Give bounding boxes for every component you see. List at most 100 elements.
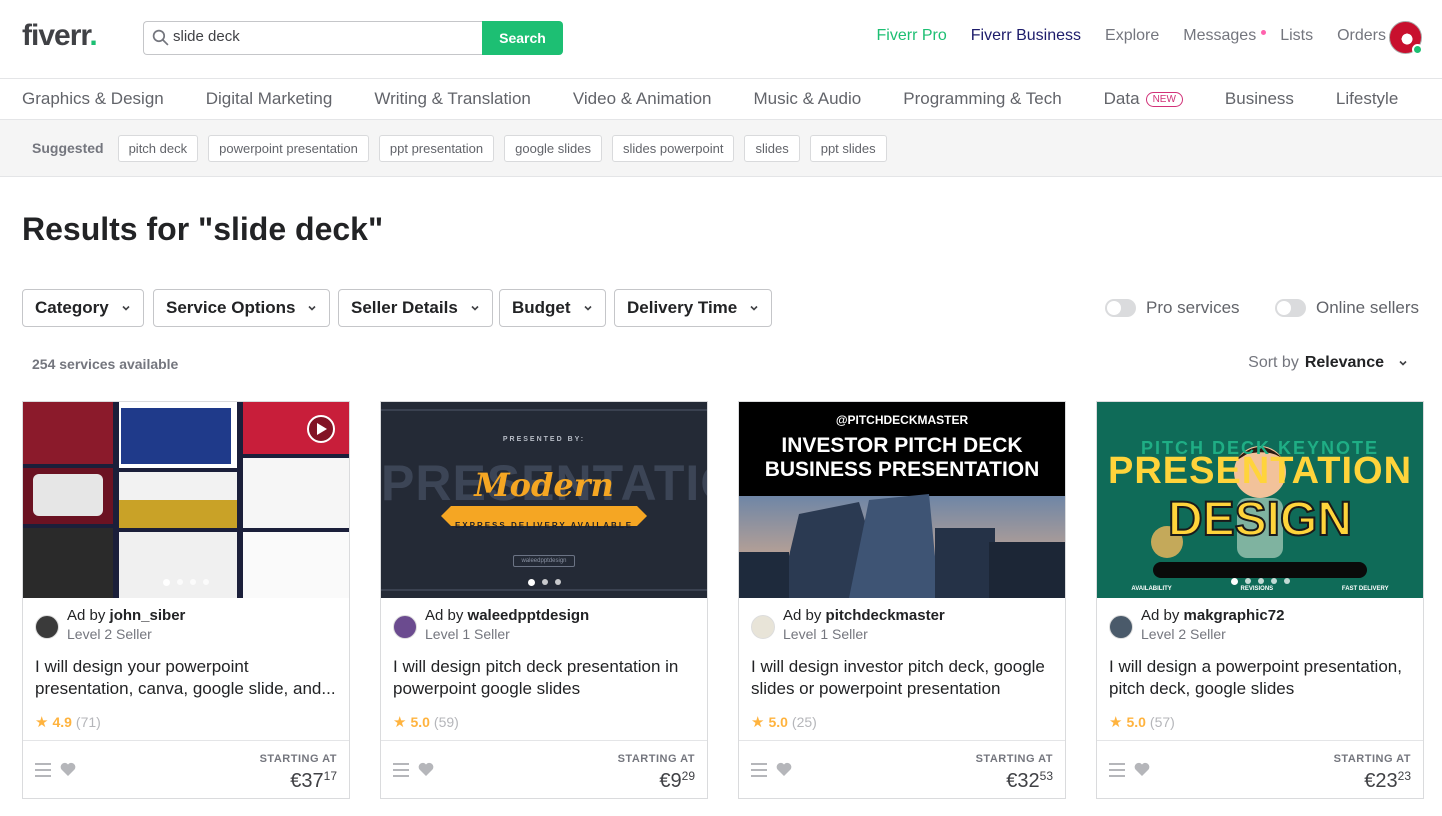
nav-fiverr-pro[interactable]: Fiverr Pro <box>877 27 947 45</box>
nav-fiverr-business[interactable]: Fiverr Business <box>971 27 1081 45</box>
results-title: Results for "slide deck" <box>22 211 384 247</box>
rating-score: 5.0 <box>768 714 788 730</box>
gig-thumbnail[interactable]: @PITCHDECKMASTER INVESTOR PITCH DECK BUS… <box>739 402 1065 598</box>
thumb-script-word: Modern <box>474 466 614 504</box>
menu-icon[interactable] <box>35 763 51 777</box>
gig-price[interactable]: €3717 <box>290 769 337 793</box>
carousel-dots[interactable] <box>23 579 349 586</box>
chevron-down-icon <box>1399 360 1407 366</box>
carousel-dots[interactable] <box>1097 578 1423 585</box>
rating-count: (59) <box>433 714 459 730</box>
suggested-chip[interactable]: powerpoint presentation <box>208 134 369 162</box>
category-business[interactable]: Business <box>1225 89 1294 109</box>
rating-score: 5.0 <box>410 714 430 730</box>
category-video-animation[interactable]: Video & Animation <box>573 89 712 109</box>
gig-title[interactable]: I will design investor pitch deck, googl… <box>751 656 1055 700</box>
nav-lists[interactable]: Lists <box>1280 27 1313 45</box>
suggested-chip[interactable]: ppt slides <box>809 134 887 162</box>
seller-avatar[interactable] <box>35 615 59 639</box>
gig-card[interactable]: Ad by john_siber Level 2 Seller I will d… <box>22 401 350 799</box>
seller-avatar[interactable] <box>1109 615 1133 639</box>
menu-icon[interactable] <box>751 763 767 777</box>
gig-thumbnail[interactable] <box>23 402 349 598</box>
sort-label: Sort by <box>1248 354 1299 371</box>
sort-dropdown[interactable]: Sort by Relevance <box>1248 354 1408 372</box>
rating-count: (25) <box>791 714 817 730</box>
gig-card[interactable]: PITCH DECK KEYNOTE PRESENTATION DESIGN A… <box>1096 401 1424 799</box>
heart-icon[interactable] <box>1134 762 1150 777</box>
seller-name[interactable]: waleedpptdesign <box>468 607 590 624</box>
starting-at-label: STARTING AT <box>975 753 1053 765</box>
gig-title[interactable]: I will design a powerpoint presentation,… <box>1109 656 1413 700</box>
chevron-down-icon <box>750 305 758 311</box>
filter-category[interactable]: Category <box>22 289 144 327</box>
gig-title[interactable]: I will design your powerpoint presentati… <box>35 656 339 700</box>
seller-level: Level 1 Seller <box>425 626 510 642</box>
menu-icon[interactable] <box>1109 763 1125 777</box>
star-icon: ★ <box>35 714 49 731</box>
category-music-audio[interactable]: Music & Audio <box>754 89 862 109</box>
filter-service-options[interactable]: Service Options <box>153 289 331 327</box>
carousel-dots[interactable] <box>381 579 707 586</box>
suggested-chip[interactable]: google slides <box>504 134 603 162</box>
filter-delivery-time[interactable]: Delivery Time <box>614 289 773 327</box>
suggested-chip[interactable]: pitch deck <box>117 134 199 162</box>
star-icon: ★ <box>393 714 407 731</box>
pro-services-toggle[interactable] <box>1105 299 1136 317</box>
heart-icon[interactable] <box>776 762 792 777</box>
gig-price[interactable]: €929 <box>659 769 695 793</box>
category-lifestyle[interactable]: Lifestyle <box>1336 89 1398 109</box>
gig-rating: ★ 5.0 (25) <box>751 713 817 731</box>
seller-avatar[interactable] <box>751 615 775 639</box>
star-icon: ★ <box>1109 714 1123 731</box>
suggested-chip[interactable]: ppt presentation <box>378 134 495 162</box>
gig-footer: STARTING AT €3717 <box>23 740 349 799</box>
seller-name[interactable]: makgraphic72 <box>1184 607 1285 624</box>
thumb-small-label: waleedpptdesign <box>513 555 575 567</box>
gig-card[interactable]: @PITCHDECKMASTER INVESTOR PITCH DECK BUS… <box>738 401 1066 799</box>
seller-avatar[interactable] <box>393 615 417 639</box>
suggested-chip[interactable]: slides powerpoint <box>612 134 735 162</box>
seller-name[interactable]: pitchdeckmaster <box>826 607 945 624</box>
nav-messages[interactable]: Messages <box>1183 27 1256 45</box>
category-graphics-design[interactable]: Graphics & Design <box>22 89 164 109</box>
rating-count: (71) <box>75 714 101 730</box>
unread-messages-dot <box>1261 30 1266 35</box>
fiverr-logo[interactable]: fiverr. <box>22 19 98 53</box>
suggested-chip[interactable]: slides <box>744 134 800 162</box>
starting-at-label: STARTING AT <box>1333 753 1411 765</box>
gig-thumbnail[interactable]: PITCH DECK KEYNOTE PRESENTATION DESIGN A… <box>1097 402 1423 598</box>
online-sellers-toggle[interactable] <box>1275 299 1306 317</box>
suggested-bar: Suggested pitch deck powerpoint presenta… <box>0 120 1442 177</box>
price-cents: 17 <box>323 769 337 783</box>
gig-thumbnail[interactable]: PRESENTED BY: PRESENTATION Modern EXPRES… <box>381 402 707 598</box>
search-button[interactable]: Search <box>482 21 563 55</box>
search-bar: Search <box>143 21 563 55</box>
filter-budget[interactable]: Budget <box>499 289 606 327</box>
ad-prefix: Ad by <box>425 607 464 624</box>
filter-seller-details[interactable]: Seller Details <box>338 289 493 327</box>
filter-label: Category <box>35 298 109 317</box>
thumb-feature-label: FAST DELIVERY <box>1341 586 1389 592</box>
category-writing-translation[interactable]: Writing & Translation <box>374 89 531 109</box>
online-sellers-label: Online sellers <box>1316 298 1419 317</box>
nav-explore[interactable]: Explore <box>1105 27 1159 45</box>
heart-icon[interactable] <box>418 762 434 777</box>
gig-rating: ★ 5.0 (57) <box>1109 713 1175 731</box>
gig-price[interactable]: €3253 <box>1006 769 1053 793</box>
search-box[interactable] <box>143 21 483 55</box>
category-data[interactable]: Data NEW <box>1104 89 1183 109</box>
seller-name[interactable]: john_siber <box>110 607 186 624</box>
nav-orders[interactable]: Orders <box>1337 27 1386 45</box>
gig-card[interactable]: PRESENTED BY: PRESENTATION Modern EXPRES… <box>380 401 708 799</box>
gig-title[interactable]: I will design pitch deck presentation in… <box>393 656 697 700</box>
menu-icon[interactable] <box>393 763 409 777</box>
sort-value: Relevance <box>1304 354 1384 371</box>
gig-price[interactable]: €2323 <box>1364 769 1411 793</box>
category-digital-marketing[interactable]: Digital Marketing <box>206 89 333 109</box>
user-avatar[interactable] <box>1389 21 1423 55</box>
heart-icon[interactable] <box>60 762 76 777</box>
thumb-heading: PRESENTATION <box>1107 450 1413 492</box>
category-programming-tech[interactable]: Programming & Tech <box>903 89 1061 109</box>
search-input[interactable] <box>173 28 473 45</box>
